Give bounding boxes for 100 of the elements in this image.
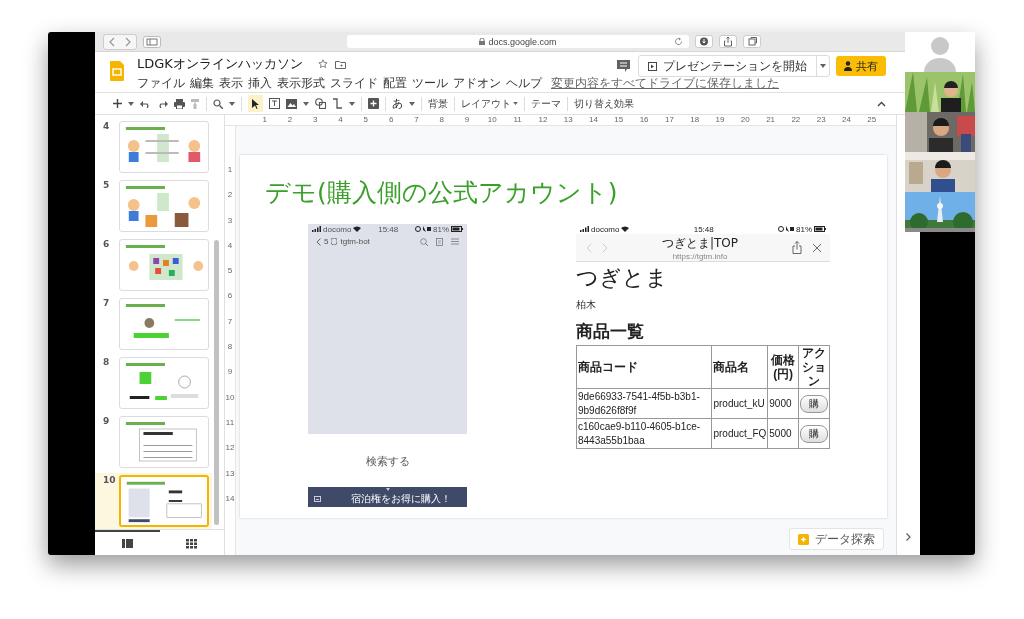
download-icon[interactable] <box>695 35 713 48</box>
add-comment-icon[interactable] <box>368 98 379 109</box>
status-icons <box>415 226 431 232</box>
note-icon <box>436 237 443 246</box>
ruler-number: 4 <box>226 239 234 252</box>
ruler-number: 12 <box>537 115 549 125</box>
ruler-number: 19 <box>714 115 726 125</box>
close-icon <box>812 242 822 253</box>
scrollbar-thumb[interactable] <box>214 240 219 525</box>
zoom-icon[interactable] <box>213 98 223 109</box>
caret-icon[interactable] <box>303 101 309 106</box>
slide-thumbnail[interactable] <box>119 416 209 468</box>
carrier-name: docomo <box>591 224 620 234</box>
slide-thumbnail[interactable] <box>119 239 209 291</box>
undo-icon[interactable] <box>140 99 151 108</box>
menu-item[interactable]: スライド <box>330 75 378 92</box>
play-icon <box>648 61 657 71</box>
status-time: 15:48 <box>693 224 714 234</box>
save-status-link[interactable]: 変更内容をすべてドライブに保存しました <box>551 75 779 92</box>
toolbar-button[interactable]: 背景 <box>428 96 448 111</box>
page-title: つぎとま|TOP <box>661 234 739 252</box>
search-icon <box>420 237 428 246</box>
table-cell: product_FQ <box>711 418 768 449</box>
add-icon[interactable] <box>113 99 122 108</box>
slide-thumbnail[interactable] <box>119 180 209 232</box>
slide-thumbnail[interactable] <box>119 475 209 527</box>
battery-level: 81% <box>433 224 449 234</box>
toolbar-button[interactable]: 切り替え効果 <box>574 96 634 111</box>
image-icon[interactable] <box>286 98 297 109</box>
table-cell: c160cae9-b110-4605-b1ce-8443a55b1baa <box>576 418 712 449</box>
input-tools-button[interactable]: あ <box>392 96 403 111</box>
menu-item[interactable]: 編集 <box>190 75 214 92</box>
toolbar-button[interactable]: レイアウト <box>461 96 518 111</box>
ruler-number: 7 <box>413 115 420 125</box>
expand-icon[interactable] <box>906 533 911 541</box>
slide-thumbnail[interactable] <box>119 121 209 173</box>
table-cell: product_kU <box>711 388 768 419</box>
slide-canvas[interactable] <box>240 155 887 518</box>
reload-icon[interactable] <box>674 37 683 46</box>
share-icon[interactable] <box>719 35 737 48</box>
document-title[interactable]: LDGKオンラインハッカソン <box>137 55 303 73</box>
folder-icon[interactable] <box>334 59 346 69</box>
ruler-number: 23 <box>815 115 827 125</box>
menu-item[interactable]: 配置 <box>383 75 407 92</box>
print-icon[interactable] <box>174 98 185 109</box>
star-icon[interactable] <box>317 59 328 69</box>
collapse-icon[interactable] <box>877 100 886 107</box>
column-header: アクション <box>798 345 830 389</box>
ruler-number: 12 <box>225 442 235 455</box>
ruler-number: 6 <box>226 290 234 303</box>
explore-button[interactable]: データ探索 <box>789 528 884 550</box>
page-heading: つぎとま <box>576 264 669 292</box>
address-field[interactable]: docs.google.com <box>347 35 689 48</box>
tabs-icon[interactable] <box>743 35 761 48</box>
toolbar-button[interactable]: テーマ <box>531 96 561 111</box>
ruler-number: 3 <box>312 115 319 125</box>
slide-number: 7 <box>103 298 111 308</box>
table-cell: 9000 <box>767 388 799 419</box>
menu-item[interactable]: アドオン <box>453 75 501 92</box>
menu-item[interactable]: ツール <box>412 75 448 92</box>
chat-name: tgtm-bot <box>340 237 370 246</box>
ruler-number: 10 <box>486 115 498 125</box>
ruler-number: 25 <box>866 115 878 125</box>
caret-icon[interactable] <box>409 101 415 106</box>
caret-icon[interactable] <box>349 101 355 106</box>
page-url: https://tgtm.info <box>672 251 728 261</box>
ruler-number: 18 <box>689 115 701 125</box>
ruler-number: 2 <box>226 189 234 202</box>
comment-icon[interactable] <box>617 60 630 72</box>
shape-icon[interactable] <box>315 98 326 109</box>
caret-icon[interactable] <box>229 101 235 106</box>
ruler-number: 22 <box>790 115 802 125</box>
ruler-number: 13 <box>225 467 235 480</box>
ruler-number: 17 <box>663 115 675 125</box>
menu-item[interactable]: ファイル <box>137 75 185 92</box>
unread-count: 5 <box>324 237 329 246</box>
share-button[interactable]: 共有 <box>836 56 886 76</box>
slide-title: デモ(購入側の公式アカウント) <box>265 177 619 209</box>
menu-item[interactable]: 表示形式 <box>277 75 325 92</box>
battery-icon <box>814 226 826 232</box>
line-icon[interactable] <box>332 98 343 109</box>
battery-level: 81% <box>796 224 812 234</box>
slide-thumbnail[interactable] <box>119 298 209 350</box>
ruler-number: 21 <box>765 115 777 125</box>
redo-icon[interactable] <box>157 99 168 108</box>
menu-item[interactable]: ヘルプ <box>506 75 542 92</box>
author-name: 柏木 <box>576 298 597 312</box>
caret-icon[interactable] <box>128 101 134 106</box>
menu-item[interactable]: 表示 <box>219 75 243 92</box>
text-box-icon[interactable] <box>269 98 280 109</box>
sidebar-icon[interactable] <box>143 35 161 48</box>
slide-number: 10 <box>103 475 117 485</box>
carrier-name: docomo <box>323 224 352 234</box>
shield-icon <box>331 238 338 245</box>
menu-item[interactable]: 挿入 <box>248 75 272 92</box>
select-tool-button[interactable] <box>248 95 263 112</box>
ruler-number: 2 <box>286 115 294 125</box>
slide-thumbnail[interactable] <box>119 357 209 409</box>
filmstrip-icon <box>121 538 133 549</box>
slide-number: 9 <box>103 416 111 426</box>
